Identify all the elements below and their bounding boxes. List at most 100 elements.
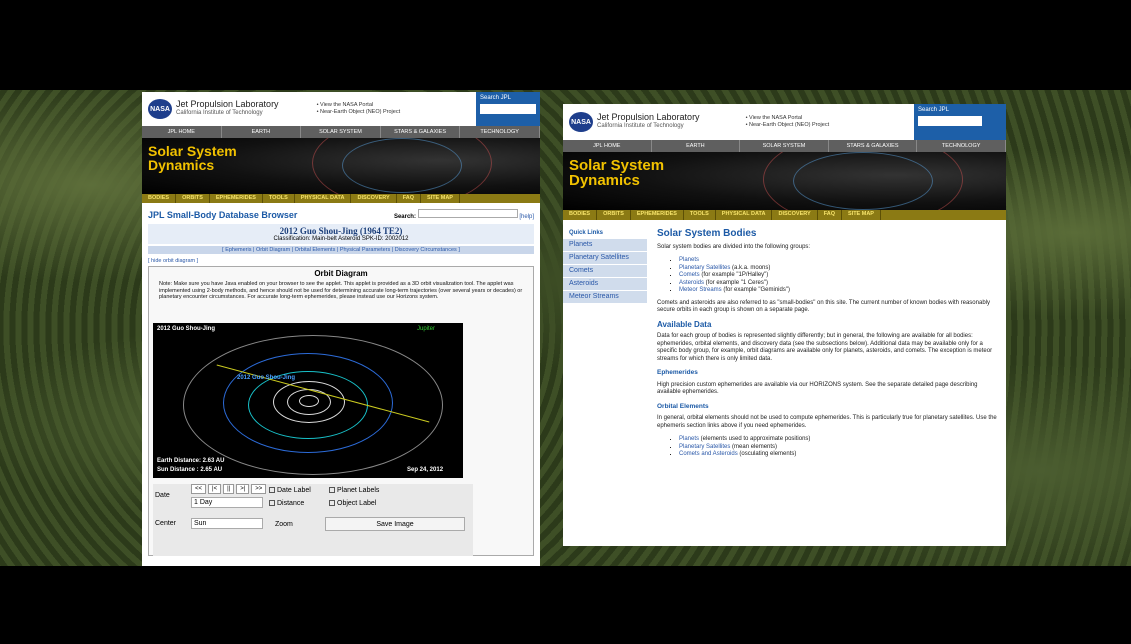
quick-link-comets[interactable]: Comets xyxy=(563,264,647,277)
subnav-site-map[interactable]: SITE MAP xyxy=(421,194,460,203)
elements-link-planets[interactable]: Planets xyxy=(679,436,699,442)
plot-date: Sep 24, 2012 xyxy=(407,467,444,473)
nasa-logo[interactable]: NASA xyxy=(148,99,172,119)
list-item: Planetary Satellites (a.k.a. moons) xyxy=(679,265,999,273)
sbdb-search-input[interactable] xyxy=(417,209,518,218)
nav-technology-right[interactable]: TECHNOLOGY xyxy=(917,140,1006,152)
groups-link-meteor-streams[interactable]: Meteor Streams xyxy=(679,287,722,293)
object-name: 2012 Guo Shou-Jing (1964 TE2) xyxy=(279,226,403,236)
nav-stars-galaxies[interactable]: STARS & GALAXIES xyxy=(381,126,461,138)
elements-link-comets-asteroids[interactable]: Comets and Asteroids xyxy=(679,451,738,457)
list-item: Planetary Satellites (mean elements) xyxy=(679,444,999,452)
subnav-discovery[interactable]: DISCOVERY xyxy=(351,194,397,203)
orbit-applet[interactable]: 2012 Guo Shou-Jing 2012 Guo Shou-Jing Ju… xyxy=(153,323,463,478)
elements-list: Planets (elements used to approximate po… xyxy=(679,436,999,459)
date-label-checkbox[interactable]: Date Label xyxy=(269,487,311,494)
pause-button[interactable]: || xyxy=(223,484,235,494)
nasa-logo-right[interactable]: NASA xyxy=(569,112,593,132)
quick-link-asteroids[interactable]: Asteroids xyxy=(563,277,647,290)
subnav-ephemerides-right[interactable]: EPHEMERIDES xyxy=(631,210,684,220)
list-item: Meteor Streams (for example "Geminids") xyxy=(679,287,999,295)
step-select[interactable]: 1 Day xyxy=(191,497,263,508)
portal-links[interactable]: • View the NASA Portal • Near-Earth Obje… xyxy=(317,102,401,116)
section-links[interactable]: [ Ephemeris | Orbit Diagram | Orbital El… xyxy=(148,246,534,254)
jpl-header-right: NASA Jet Propulsion Laboratory Californi… xyxy=(563,104,1006,140)
distance-checkbox[interactable]: Distance xyxy=(269,500,304,507)
quick-links-title: Quick Links xyxy=(569,230,604,236)
step-forward-button[interactable]: >| xyxy=(236,484,250,494)
quick-link-satellites[interactable]: Planetary Satellites xyxy=(563,251,647,264)
search-jpl-right: Search JPL xyxy=(914,104,1006,140)
plot-object-name: 2012 Guo Shou-Jing xyxy=(157,326,216,332)
search-jpl-input[interactable] xyxy=(480,104,536,114)
nav-solar-system-right[interactable]: SOLAR SYSTEM xyxy=(740,140,829,152)
orbital-elements-heading: Orbital Elements xyxy=(657,402,709,410)
groups-list: Planets Planetary Satellites (a.k.a. moo… xyxy=(679,257,999,295)
subnav-physical-data-right[interactable]: PHYSICAL DATA xyxy=(716,210,773,220)
plot-earth-distance: Earth Distance: 2.63 AU xyxy=(157,458,225,464)
solar-system-bodies-window: NASA Jet Propulsion Laboratory Californi… xyxy=(563,104,1006,546)
quick-link-planets[interactable]: Planets xyxy=(563,238,647,251)
intro-text: Solar system bodies are divided into the… xyxy=(657,243,811,250)
center-label: Center xyxy=(155,520,177,527)
object-header: 2012 Guo Shou-Jing (1964 TE2) Classifica… xyxy=(148,224,534,244)
subnav-physical-data[interactable]: PHYSICAL DATA xyxy=(295,194,352,203)
subnav-tools-right[interactable]: TOOLS xyxy=(684,210,716,220)
date-label: Date xyxy=(155,492,170,499)
subnav-discovery-right[interactable]: DISCOVERY xyxy=(772,210,818,220)
nav-jpl-home[interactable]: JPL HOME xyxy=(142,126,222,138)
quick-link-meteor-streams[interactable]: Meteor Streams xyxy=(563,290,647,303)
top-nav: JPL HOME EARTH SOLAR SYSTEM STARS & GALA… xyxy=(142,126,540,138)
nav-earth-right[interactable]: EARTH xyxy=(652,140,741,152)
plot-sun-distance: Sun Distance : 2.65 AU xyxy=(157,467,223,473)
nav-technology[interactable]: TECHNOLOGY xyxy=(460,126,540,138)
sub-nav-right: BODIES ORBITS EPHEMERIDES TOOLS PHYSICAL… xyxy=(563,210,1006,220)
quick-links: Quick Links Planets Planetary Satellites… xyxy=(563,228,647,303)
subnav-bodies-right[interactable]: BODIES xyxy=(563,210,598,220)
portal-links-right[interactable]: • View the NASA Portal • Near-Earth Obje… xyxy=(746,115,830,129)
playback-buttons: << |< || >| >> xyxy=(191,484,267,494)
rewind-fast-button[interactable]: << xyxy=(191,484,207,494)
save-image-button[interactable]: Save Image xyxy=(325,517,465,531)
groups-link-comets[interactable]: Comets xyxy=(679,272,700,278)
subnav-site-map-right[interactable]: SITE MAP xyxy=(842,210,881,220)
hide-orbit-link[interactable]: [ hide orbit diagram ] xyxy=(142,254,540,264)
groups-link-satellites[interactable]: Planetary Satellites xyxy=(679,265,730,271)
list-item: Comets (for example "1P/Halley") xyxy=(679,272,999,280)
top-nav-right: JPL HOME EARTH SOLAR SYSTEM STARS & GALA… xyxy=(563,140,1006,152)
center-select[interactable]: Sun xyxy=(191,518,263,529)
main-content: Solar System Bodies Solar system bodies … xyxy=(657,229,999,464)
subnav-faq[interactable]: FAQ xyxy=(397,194,421,203)
subnav-bodies[interactable]: BODIES xyxy=(142,194,177,203)
planet-labels-checkbox[interactable]: Planet Labels xyxy=(329,487,379,494)
ssd-banner-right: Solar System Dynamics xyxy=(563,152,1006,210)
sbdb-browser-window: NASA Jet Propulsion Laboratory Californi… xyxy=(142,92,540,566)
step-back-button[interactable]: |< xyxy=(208,484,222,494)
nav-solar-system[interactable]: SOLAR SYSTEM xyxy=(301,126,381,138)
subnav-orbits-right[interactable]: ORBITS xyxy=(597,210,631,220)
plot-object-label: 2012 Guo Shou-Jing xyxy=(237,375,296,381)
subnav-faq-right[interactable]: FAQ xyxy=(818,210,842,220)
subnav-orbits[interactable]: ORBITS xyxy=(176,194,210,203)
subnav-ephemerides[interactable]: EPHEMERIDES xyxy=(210,194,263,203)
search-jpl-input-right[interactable] xyxy=(918,116,982,126)
subnav-tools[interactable]: TOOLS xyxy=(263,194,295,203)
forward-fast-button[interactable]: >> xyxy=(251,484,267,494)
groups-link-planets[interactable]: Planets xyxy=(679,257,699,263)
applet-controls: Date << |< || >| >> 1 Day Date Label Pla… xyxy=(153,484,473,556)
jpl-title[interactable]: Jet Propulsion Laboratory California Ins… xyxy=(176,100,279,118)
jpl-header: NASA Jet Propulsion Laboratory Californi… xyxy=(142,92,540,126)
groups-link-asteroids[interactable]: Asteroids xyxy=(679,280,704,286)
nav-stars-galaxies-right[interactable]: STARS & GALAXIES xyxy=(829,140,918,152)
elements-link-satellites[interactable]: Planetary Satellites xyxy=(679,444,730,450)
jpl-title-right[interactable]: Jet Propulsion Laboratory California Ins… xyxy=(597,113,700,131)
nav-earth[interactable]: EARTH xyxy=(222,126,302,138)
list-item: Comets and Asteroids (osculating element… xyxy=(679,451,999,459)
ephemerides-heading: Ephemerides xyxy=(657,369,698,376)
search-jpl: Search JPL xyxy=(476,92,540,126)
nav-jpl-home-right[interactable]: JPL HOME xyxy=(563,140,652,152)
object-label-checkbox[interactable]: Object Label xyxy=(329,500,376,507)
sbdb-header: JPL Small-Body Database Browser Search: … xyxy=(142,203,540,222)
orbit-diagram-title: Orbit Diagram xyxy=(314,269,368,278)
help-link[interactable]: [help] xyxy=(519,214,534,220)
